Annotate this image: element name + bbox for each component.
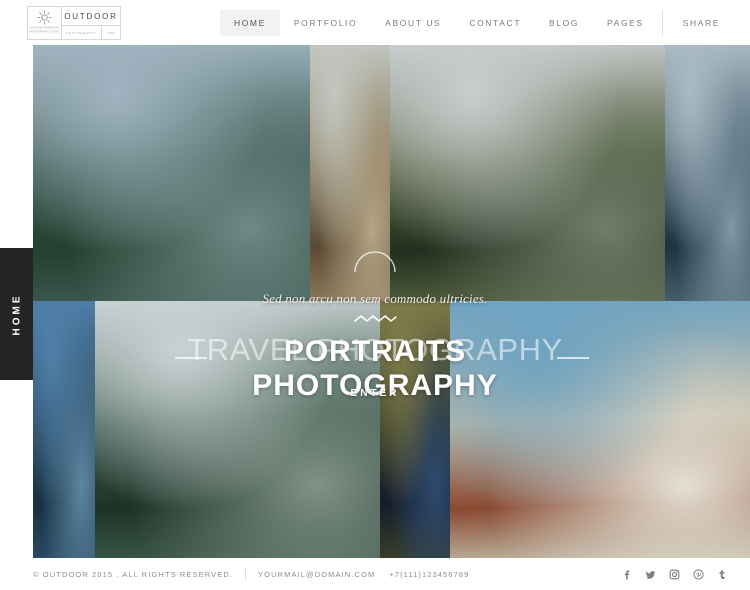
photo-image	[450, 301, 750, 558]
photo-sailboat[interactable]	[450, 301, 750, 558]
photo-image	[380, 301, 450, 558]
enter-button[interactable]: ENTER	[0, 388, 750, 399]
sun-icon	[37, 10, 52, 25]
photo-deer-night[interactable]	[380, 301, 450, 558]
site-logo[interactable]: OUTDOOR ADVENTURE PHOTOGRAPHY CLASSIC OU…	[27, 6, 121, 40]
logo-year-text: 1990	[106, 30, 116, 35]
footer-divider	[245, 568, 247, 580]
footer-phone[interactable]: +7(111)123456789	[389, 570, 469, 579]
gallery-row	[33, 301, 750, 558]
site-footer: © OUTDOOR 2015 . ALL RIGHTS RESERVED. YO…	[0, 558, 750, 590]
footer-email[interactable]: YOURMAIL@DOMAIN.COM	[258, 570, 375, 579]
sidebar-tab-home-label: HOME	[11, 293, 22, 335]
nav-item-pages[interactable]: PAGES	[593, 10, 658, 36]
nav-item-home[interactable]: HOME	[219, 9, 280, 36]
nav-item-portfolio[interactable]: PORTFOLIO	[280, 10, 371, 36]
nav-item-contact[interactable]: CONTACT	[455, 10, 535, 36]
footer-info: © OUTDOOR 2015 . ALL RIGHTS RESERVED. YO…	[33, 568, 469, 580]
sidebar-tab-home[interactable]: HOME	[0, 248, 33, 380]
nav-divider	[661, 9, 663, 36]
logo-right-cell: OUTDOOR PHOTOGRAPHY 1990	[62, 7, 120, 39]
photo-gallery-grid	[33, 45, 750, 558]
photo-image	[390, 45, 665, 301]
footer-copyright: © OUTDOOR 2015 . ALL RIGHTS RESERVED.	[33, 569, 234, 579]
photo-image	[33, 45, 310, 301]
tumblr-icon[interactable]	[717, 569, 728, 580]
nav-item-about-us[interactable]: ABOUT US	[371, 10, 455, 36]
main-navigation: HOME PORTFOLIO ABOUT US CONTACT BLOG PAG…	[219, 0, 732, 45]
facebook-icon[interactable]	[621, 569, 632, 580]
nav-item-share[interactable]: SHARE	[667, 10, 732, 36]
photo-image	[665, 45, 750, 301]
photo-image	[310, 45, 390, 301]
photo-foggy-road[interactable]	[95, 301, 380, 558]
instagram-icon[interactable]	[669, 569, 680, 580]
logo-left-cell: OUTDOOR ADVENTURE PHOTOGRAPHY CLASSIC	[28, 7, 62, 39]
photo-image	[95, 301, 380, 558]
logo-brand-text: OUTDOOR	[62, 7, 120, 26]
logo-subtitle-text: PHOTOGRAPHY	[62, 26, 102, 39]
nav-item-blog[interactable]: BLOG	[535, 10, 593, 36]
photo-coastal-cove[interactable]	[33, 45, 310, 301]
twitter-icon[interactable]	[645, 569, 656, 580]
gallery-row	[33, 45, 750, 301]
social-links	[621, 558, 728, 590]
photo-van-window[interactable]	[665, 45, 750, 301]
photo-mountain-rocks[interactable]	[310, 45, 390, 301]
pinterest-icon[interactable]	[693, 568, 704, 580]
photo-rope-swing[interactable]	[390, 45, 665, 301]
photo-image	[33, 301, 95, 558]
logo-left-caption: OUTDOOR ADVENTURE PHOTOGRAPHY CLASSIC	[29, 27, 60, 34]
site-header: OUTDOOR ADVENTURE PHOTOGRAPHY CLASSIC OU…	[0, 0, 750, 45]
photo-lake-mountain[interactable]	[33, 301, 95, 558]
